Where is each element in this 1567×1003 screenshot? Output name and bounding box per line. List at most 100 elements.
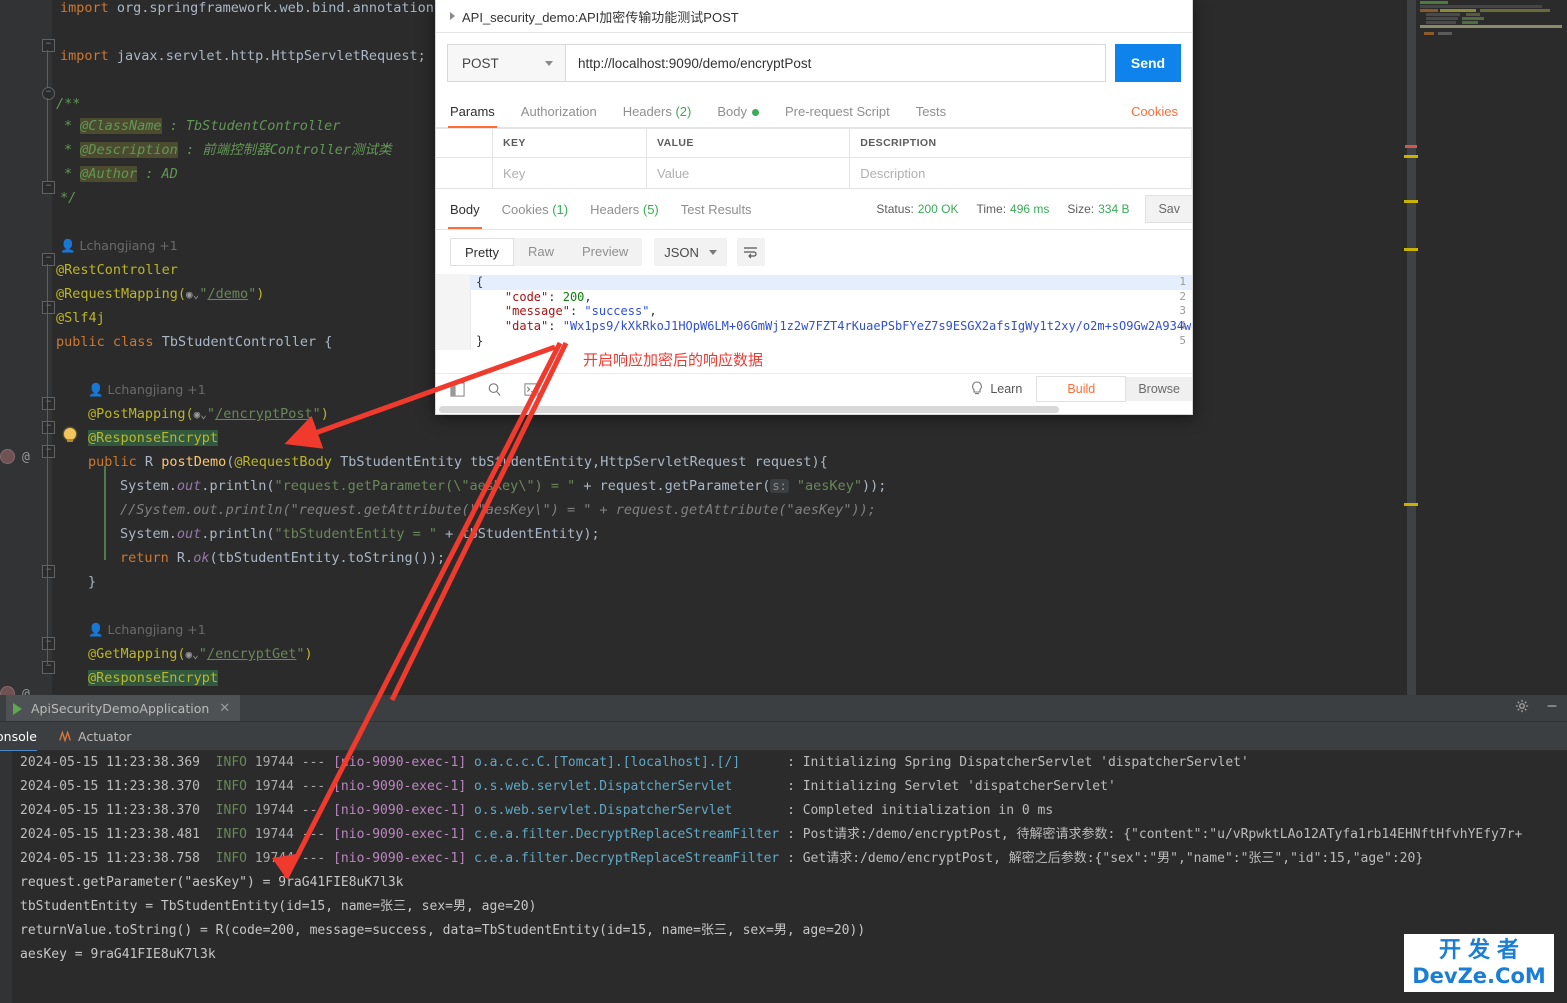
- save-response-button[interactable]: Sav: [1145, 195, 1192, 223]
- tab-label: Authorization: [520, 104, 597, 119]
- response-tab-body[interactable]: Body: [448, 190, 482, 229]
- console-log-line: 2024-05-15 11:23:38.758 INFO 19744 --- […: [20, 851, 1424, 866]
- build-tab[interactable]: Build: [1036, 376, 1127, 402]
- response-json-line: }: [476, 333, 484, 348]
- console-output-line: aesKey = 9raG41FIE8uK7l3k: [20, 947, 216, 962]
- request-tabs[interactable]: Params Authorization Headers (2) Body Pre-re…: [436, 93, 1192, 128]
- format-select[interactable]: JSON: [654, 238, 727, 266]
- table-row[interactable]: Key Value Description: [436, 157, 1192, 189]
- tab-label: Pre-request Script: [784, 104, 890, 119]
- minimize-icon[interactable]: [1545, 699, 1559, 713]
- code-line: * @Description : 前端控制器Controller测试类: [64, 142, 392, 158]
- status-label: Status:: [876, 202, 914, 216]
- wrap-lines-button[interactable]: [736, 238, 765, 266]
- tab-headers[interactable]: Headers (2): [623, 104, 692, 127]
- tab-count: (2): [671, 104, 692, 119]
- code-line: public R postDemo(@RequestBody TbStudent…: [88, 454, 828, 470]
- code-line: @PostMapping(◉⌄"/encryptPost"): [88, 406, 329, 422]
- response-tab-cookies[interactable]: Cookies (1): [502, 190, 568, 228]
- tab-actuator[interactable]: Actuator: [58, 722, 131, 750]
- postman-footer[interactable]: Learn Build Browse: [436, 373, 1192, 404]
- code-line: /**: [56, 96, 81, 112]
- code-line: }: [88, 574, 97, 590]
- code-line: */: [60, 190, 77, 206]
- run-tab-label: ApiSecurityDemoApplication: [31, 700, 210, 716]
- response-tab-test-results[interactable]: Test Results: [681, 190, 752, 228]
- tab-console-label: onsole: [0, 728, 37, 744]
- editor-error-stripe[interactable]: [1404, 0, 1418, 695]
- console-output[interactable]: 2024-05-15 11:23:38.369 INFO 19744 --- […: [0, 751, 1567, 1003]
- tab-label: Params: [450, 104, 495, 119]
- learn-label: Learn: [990, 382, 1023, 396]
- postman-window[interactable]: API_security_demo:API加密传输功能测试POST POST h…: [435, 0, 1193, 415]
- params-table[interactable]: KEY VALUE DESCRIPTION Key Value Descript…: [436, 128, 1192, 189]
- learn-link[interactable]: Learn: [971, 381, 1022, 397]
- view-mode-preview[interactable]: Preview: [568, 238, 642, 266]
- wrap-icon: [744, 246, 758, 258]
- watermark-en: DevZe.CoM: [1412, 964, 1546, 988]
- close-icon[interactable]: ✕: [219, 701, 230, 716]
- code-line: @ResponseEncrypt: [88, 430, 219, 446]
- breadcrumb[interactable]: API_security_demo:API加密传输功能测试POST: [436, 0, 1192, 33]
- console-panel-icon[interactable]: [450, 381, 465, 397]
- cookies-link[interactable]: Cookies: [1131, 104, 1178, 127]
- gear-icon[interactable]: [1515, 699, 1529, 713]
- view-mode-group[interactable]: Pretty Raw Preview: [450, 238, 643, 266]
- console-log-line: 2024-05-15 11:23:38.370 INFO 19744 --- […: [20, 803, 1054, 818]
- size-value: 334 B: [1098, 202, 1130, 216]
- tab-actuator-label: Actuator: [78, 728, 132, 744]
- console-log-line: 2024-05-15 11:23:38.481 INFO 19744 --- […: [20, 827, 1523, 842]
- browse-tab[interactable]: Browse: [1126, 377, 1192, 401]
- tab-authorization[interactable]: Authorization: [521, 104, 597, 127]
- annotation-gutter-icon[interactable]: @: [22, 446, 30, 470]
- line-number: 5: [1179, 333, 1186, 347]
- view-mode-raw[interactable]: Raw: [514, 238, 568, 266]
- lightbulb-icon: [972, 381, 983, 395]
- fold-line: [47, 98, 48, 181]
- response-json-line: "code": 200,: [504, 289, 592, 304]
- editor-gutter[interactable]: [0, 0, 52, 695]
- search-icon[interactable]: [487, 382, 502, 397]
- console-output-line: returnValue.toString() = R(code=200, mes…: [20, 923, 866, 938]
- response-body[interactable]: 1{2 "code": 200, 3 "message": "success", 4…: [436, 274, 1192, 356]
- request-url-row: POST http://localhost:9090/demo/encryptP…: [436, 33, 1192, 93]
- panel-actions[interactable]: [1515, 699, 1559, 713]
- code-line: import javax.servlet.http.HttpServletReq…: [60, 48, 426, 64]
- screen-root: − − − − − − − − − − − @ @ import org.spr…: [0, 0, 1567, 1003]
- line-number: 3: [1179, 304, 1186, 318]
- response-view-toolbar[interactable]: Pretty Raw Preview JSON: [436, 230, 1192, 274]
- http-method-select[interactable]: POST: [447, 44, 565, 82]
- code-minimap[interactable]: [1418, 0, 1567, 695]
- row-checkbox[interactable]: [436, 157, 493, 189]
- response-tabs[interactable]: Body Cookies (1) Headers (5) Test Results S…: [436, 189, 1192, 230]
- description-input[interactable]: Description: [849, 157, 1192, 189]
- footer-icon-group[interactable]: [436, 381, 539, 397]
- format-label: JSON: [664, 244, 699, 260]
- code-line: @Slf4j: [56, 310, 105, 326]
- response-tab-headers[interactable]: Headers (5): [590, 190, 659, 228]
- annotation-gutter-icon[interactable]: @: [22, 683, 30, 695]
- terminal-icon[interactable]: [524, 382, 539, 397]
- watermark-cn: 开发者: [1438, 938, 1526, 963]
- breakpoint-icon[interactable]: [0, 449, 15, 464]
- tab-console[interactable]: onsole: [0, 722, 37, 752]
- tab-tests[interactable]: Tests: [916, 104, 946, 127]
- response-tab-label: Cookies: [501, 202, 549, 217]
- run-console-panel[interactable]: ApiSecurityDemoApplication ✕ onsole Actu…: [0, 695, 1567, 1003]
- breadcrumb-label: API_security_demo:API加密传输功能测试POST: [462, 9, 739, 25]
- fold-line: [47, 264, 48, 664]
- run-tab-bar[interactable]: ApiSecurityDemoApplication ✕: [0, 695, 1567, 722]
- code-line: @ResponseEncrypt: [88, 670, 219, 686]
- send-button[interactable]: Send: [1115, 44, 1181, 82]
- tab-body[interactable]: Body: [717, 104, 759, 127]
- key-input[interactable]: Key: [492, 157, 647, 189]
- console-sub-tabs[interactable]: onsole Actuator: [0, 722, 1567, 752]
- tab-params[interactable]: Params: [448, 104, 497, 128]
- tab-pre-request-script[interactable]: Pre-request Script: [785, 104, 890, 127]
- url-input[interactable]: http://localhost:9090/demo/encryptPost: [565, 44, 1106, 82]
- breakpoint-icon[interactable]: [0, 686, 15, 695]
- horizontal-scrollbar[interactable]: [436, 406, 1192, 413]
- view-mode-pretty[interactable]: Pretty: [450, 238, 514, 266]
- run-tab-application[interactable]: ApiSecurityDemoApplication ✕: [6, 695, 241, 721]
- value-input[interactable]: Value: [646, 157, 851, 189]
